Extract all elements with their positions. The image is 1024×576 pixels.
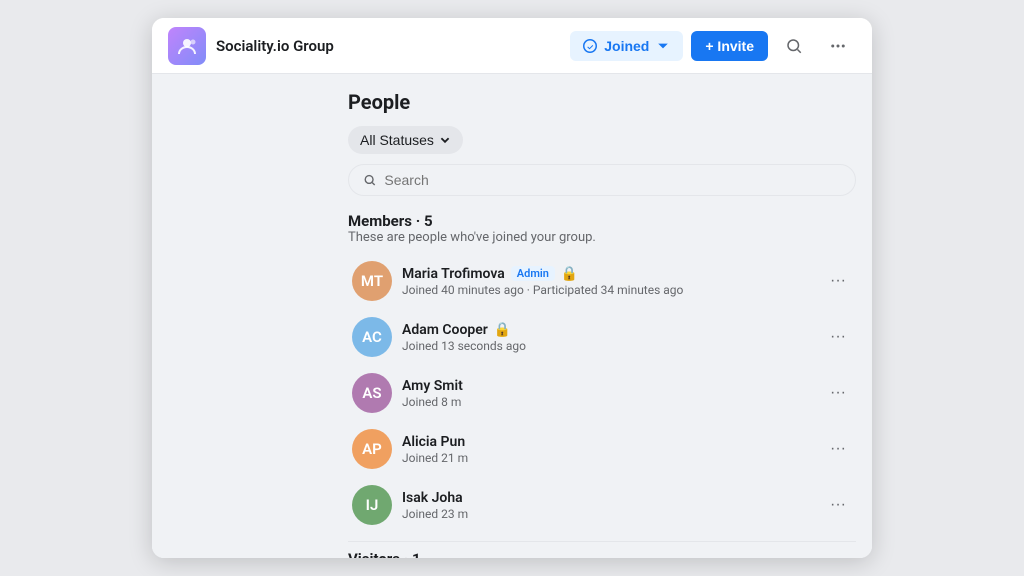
app-window: Sociality.io Group Joined + Invite Peopl… [152, 18, 872, 558]
joined-label: Joined [604, 38, 649, 54]
member-more-button[interactable]: ··· [824, 437, 852, 461]
verified-icon: 🔒 [494, 322, 511, 338]
page-title: People [348, 90, 856, 114]
verified-icon: 🔒 [561, 266, 578, 282]
search-input[interactable] [384, 172, 841, 188]
member-info: Isak Joha Joined 23 m [402, 490, 824, 521]
header-actions: Joined + Invite [570, 28, 856, 64]
member-row: AC Adam Cooper 🔒 Joined 13 seconds ago ·… [348, 309, 856, 365]
member-meta: Joined 8 m [402, 395, 824, 409]
avatar: AP [352, 429, 392, 469]
search-button[interactable] [776, 28, 812, 64]
group-info: Sociality.io Group [168, 27, 570, 65]
content-area: People All Statuses Members · 5 These ar… [152, 74, 872, 558]
filter-chevron-icon [439, 134, 451, 146]
filter-bar: All Statuses [348, 126, 856, 154]
group-avatar [168, 27, 206, 65]
admin-badge: Admin [511, 266, 555, 281]
left-panel [152, 74, 332, 558]
search-bar [348, 164, 856, 196]
member-row: MT Maria Trofimova Admin 🔒 Joined 40 min… [348, 253, 856, 309]
member-info: Amy Smit Joined 8 m [402, 378, 824, 409]
chevron-down-icon [655, 38, 671, 54]
more-options-button[interactable] [820, 28, 856, 64]
member-name: Maria Trofimova [402, 266, 505, 282]
avatar: MT [352, 261, 392, 301]
member-info: Alicia Pun Joined 21 m [402, 434, 824, 465]
search-icon [785, 37, 803, 55]
member-more-button[interactable]: ··· [824, 269, 852, 293]
joined-button[interactable]: Joined [570, 31, 683, 61]
members-description: These are people who've joined your grou… [348, 230, 856, 245]
members-title: Members · 5 [348, 212, 856, 230]
search-bar-icon [363, 173, 376, 187]
invite-label: + Invite [705, 38, 754, 54]
invite-button[interactable]: + Invite [691, 31, 768, 61]
avatar: AC [352, 317, 392, 357]
main-panel: People All Statuses Members · 5 These ar… [332, 74, 872, 558]
member-name: Alicia Pun [402, 434, 465, 450]
avatar: AS [352, 373, 392, 413]
member-info: Adam Cooper 🔒 Joined 13 seconds ago [402, 322, 824, 353]
visitors-section-header: Visitors · 1 These are people who've vis… [348, 550, 856, 558]
member-info: Maria Trofimova Admin 🔒 Joined 40 minute… [402, 266, 824, 297]
member-row: AS Amy Smit Joined 8 m ··· [348, 365, 856, 421]
member-more-button-active[interactable]: ··· [824, 325, 852, 349]
member-name: Adam Cooper [402, 322, 488, 338]
joined-icon [582, 38, 598, 54]
avatar: IJ [352, 485, 392, 525]
member-meta: Joined 23 m [402, 507, 824, 521]
members-section-header: Members · 5 These are people who've join… [348, 212, 856, 245]
member-name: Amy Smit [402, 378, 463, 394]
group-name: Sociality.io Group [216, 37, 334, 55]
header: Sociality.io Group Joined + Invite [152, 18, 872, 74]
filter-button[interactable]: All Statuses [348, 126, 463, 154]
ellipsis-icon [829, 37, 847, 55]
divider [348, 541, 856, 542]
member-meta: Joined 13 seconds ago [402, 339, 824, 353]
visitors-title: Visitors · 1 [348, 550, 856, 558]
member-meta: Joined 40 minutes ago · Participated 34 … [402, 283, 824, 297]
member-more-button[interactable]: ··· [824, 381, 852, 405]
member-meta: Joined 21 m [402, 451, 824, 465]
member-more-button[interactable]: ··· [824, 493, 852, 517]
member-name: Isak Joha [402, 490, 463, 506]
member-row: AP Alicia Pun Joined 21 m ··· [348, 421, 856, 477]
member-row: IJ Isak Joha Joined 23 m ··· [348, 477, 856, 533]
filter-label: All Statuses [360, 132, 434, 148]
